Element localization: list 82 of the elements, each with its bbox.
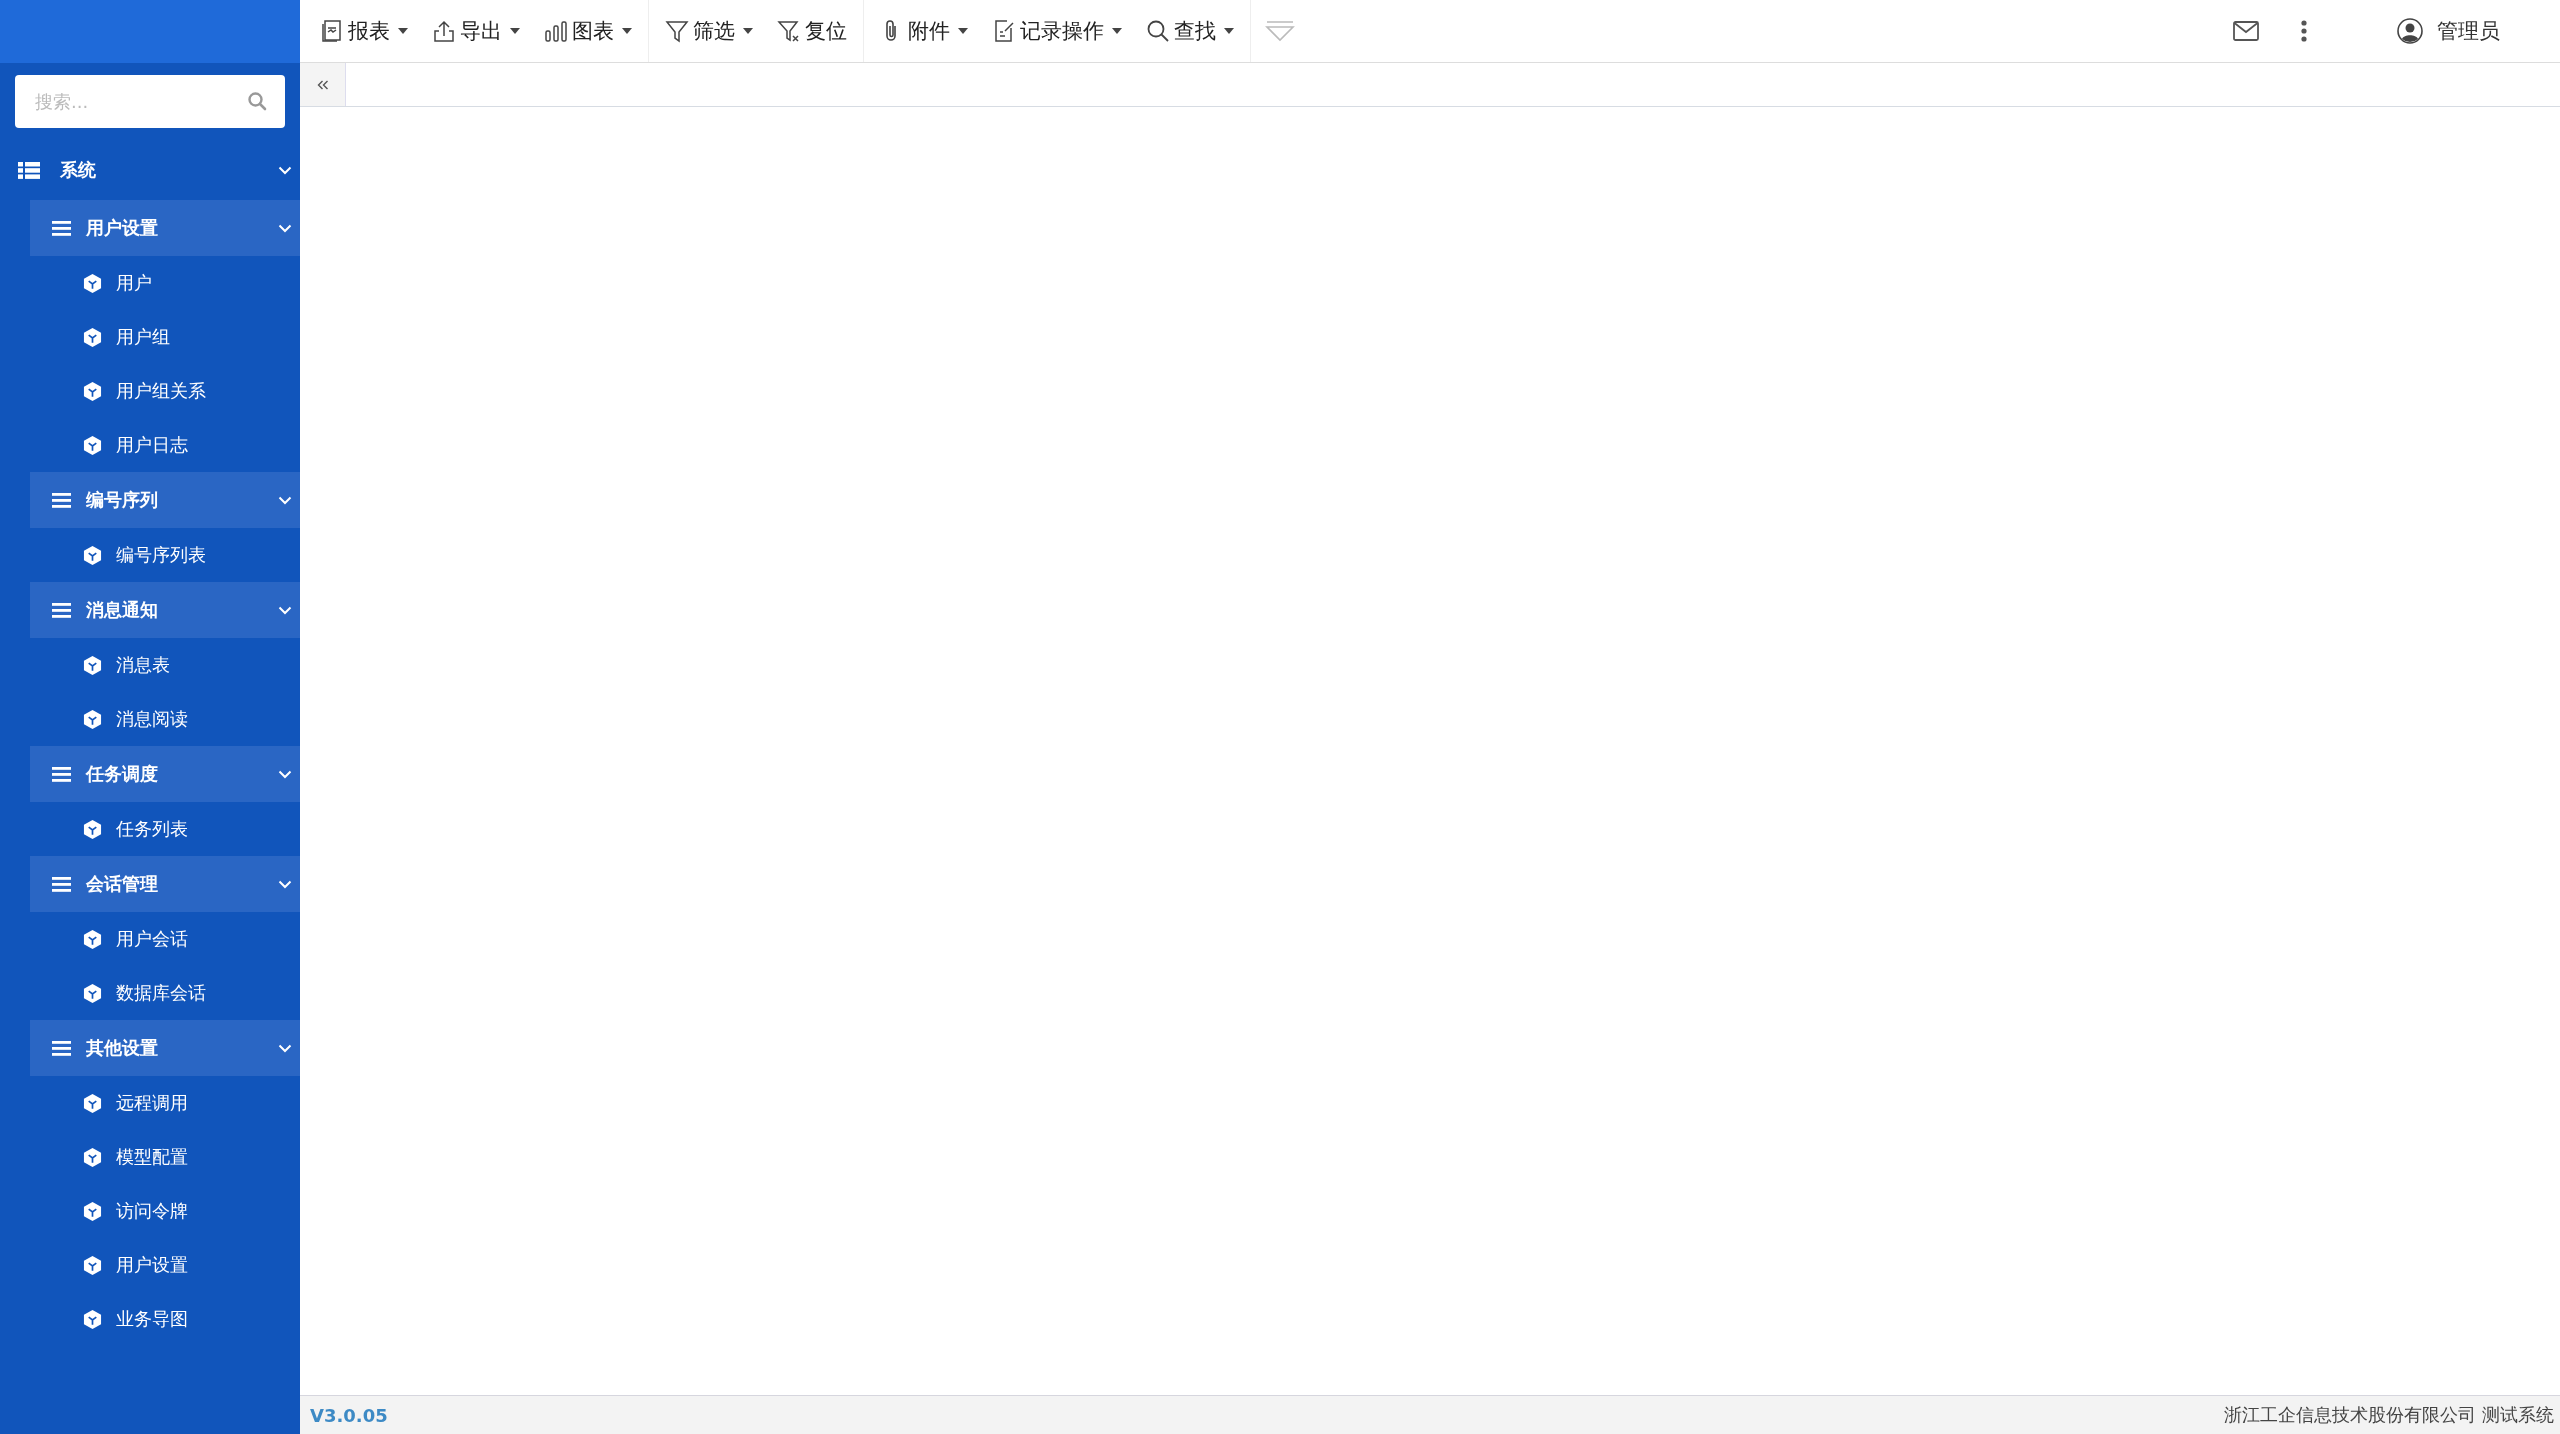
- menu-item[interactable]: 用户设置: [0, 1238, 300, 1292]
- search-field[interactable]: 搜索...: [15, 75, 285, 128]
- menu-icon: [52, 602, 71, 618]
- menu-item[interactable]: 用户组: [0, 310, 300, 364]
- list-icon: [18, 161, 40, 179]
- bar-chart-icon: [544, 19, 568, 43]
- cube-icon: [83, 272, 102, 294]
- caret-icon: [398, 28, 408, 34]
- menu-item[interactable]: 任务列表: [0, 802, 300, 856]
- company-label: 浙江工企信息技术股份有限公司 测试系统: [2224, 1403, 2554, 1427]
- toolbar-button[interactable]: 导出: [420, 17, 532, 45]
- menu-item[interactable]: 用户组关系: [0, 364, 300, 418]
- cube-icon: [83, 1200, 102, 1222]
- filter-icon: [665, 19, 689, 43]
- user-avatar-icon: [2397, 18, 2423, 44]
- user-menu[interactable]: 管理员: [2397, 17, 2500, 45]
- menu-item[interactable]: 消息表: [0, 638, 300, 692]
- caret-icon: [743, 28, 753, 34]
- chevron-icon: [278, 495, 292, 505]
- toolbar-button[interactable]: 图表: [532, 17, 644, 45]
- menu-item[interactable]: 数据库会话: [0, 966, 300, 1020]
- cube-icon: [83, 380, 102, 402]
- menu-group-item[interactable]: 消息通知: [30, 582, 300, 638]
- chevron-icon: [278, 769, 292, 779]
- edit-document-icon: [992, 19, 1016, 43]
- search-icon: [1146, 19, 1170, 43]
- menu-item[interactable]: 消息阅读: [0, 692, 300, 746]
- menu-group-item[interactable]: 任务调度: [30, 746, 300, 802]
- menu-icon: [52, 492, 71, 508]
- upload-icon: [432, 19, 456, 43]
- cube-icon: [83, 818, 102, 840]
- cube-icon: [83, 1308, 102, 1330]
- caret-icon: [958, 28, 968, 34]
- toolbar-button[interactable]: 附件: [868, 17, 980, 45]
- menu-root-item[interactable]: 系统: [0, 140, 300, 200]
- report-icon: [320, 19, 344, 43]
- cube-icon: [83, 1254, 102, 1276]
- cube-icon: [83, 544, 102, 566]
- cube-icon: [83, 654, 102, 676]
- more-icon[interactable]: [2301, 20, 2307, 42]
- caret-icon: [622, 28, 632, 34]
- menu-group-item[interactable]: 用户设置: [30, 200, 300, 256]
- toolbar-button[interactable]: 查找: [1134, 17, 1246, 45]
- menu-icon: [52, 1040, 71, 1056]
- toolbar-button[interactable]: 筛选: [653, 17, 765, 45]
- menu-item[interactable]: 访问令牌: [0, 1184, 300, 1238]
- menu-group-item[interactable]: 会话管理: [30, 856, 300, 912]
- cube-icon: [83, 928, 102, 950]
- chevron-icon: [278, 605, 292, 615]
- menu-icon: [52, 766, 71, 782]
- toolbar-button[interactable]: 报表: [308, 17, 420, 45]
- caret-icon: [1224, 28, 1234, 34]
- menu-item[interactable]: 编号序列表: [0, 528, 300, 582]
- cube-icon: [83, 1092, 102, 1114]
- cube-icon: [83, 326, 102, 348]
- chevron-icon: [278, 879, 292, 889]
- menu-item[interactable]: 用户日志: [0, 418, 300, 472]
- chevron-icon: [278, 223, 292, 233]
- menu-item[interactable]: 业务导图: [0, 1292, 300, 1346]
- menu-icon: [52, 220, 71, 236]
- menu-item[interactable]: 模型配置: [0, 1130, 300, 1184]
- mail-icon[interactable]: [2233, 21, 2259, 41]
- chevron-icon: [278, 165, 292, 175]
- filter-clear-icon: [777, 19, 801, 43]
- menu-item[interactable]: 用户会话: [0, 912, 300, 966]
- menu-group-item[interactable]: 其他设置: [30, 1020, 300, 1076]
- toolbar-button[interactable]: 记录操作: [980, 17, 1134, 45]
- toolbar-button[interactable]: 复位: [765, 17, 859, 45]
- cube-icon: [83, 708, 102, 730]
- caret-icon: [510, 28, 520, 34]
- caret-icon: [1112, 28, 1122, 34]
- menu-group-item[interactable]: 编号序列: [30, 472, 300, 528]
- menu-item[interactable]: 远程调用: [0, 1076, 300, 1130]
- cube-icon: [83, 434, 102, 456]
- version-label: V3.0.05: [310, 1404, 388, 1426]
- search-icon: [247, 91, 267, 111]
- menu-item[interactable]: 用户: [0, 256, 300, 310]
- cube-icon: [83, 1146, 102, 1168]
- menu-icon: [52, 876, 71, 892]
- cube-icon: [83, 982, 102, 1004]
- chevron-icon: [278, 1043, 292, 1053]
- double-chevron-left-icon: [316, 79, 329, 90]
